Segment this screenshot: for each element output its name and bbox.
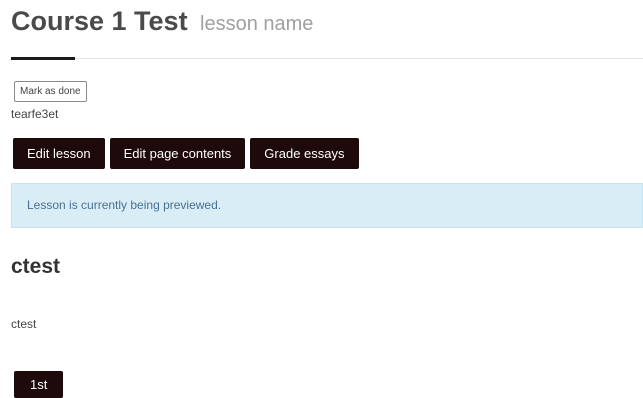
- page-header: Course 1 Test lesson name: [11, 6, 313, 37]
- completion-note: tearfe3et: [11, 107, 59, 121]
- course-title: Course 1 Test: [11, 6, 188, 36]
- lesson-actions: Edit lesson Edit page contents Grade ess…: [13, 138, 359, 169]
- page-title: ctest: [11, 255, 61, 278]
- page-jump-button[interactable]: 1st: [14, 371, 64, 398]
- grade-essays-button[interactable]: Grade essays: [250, 138, 359, 169]
- edit-lesson-button[interactable]: Edit lesson: [13, 138, 105, 169]
- header-divider: [11, 58, 643, 59]
- edit-page-contents-button[interactable]: Edit page contents: [109, 138, 246, 169]
- header-divider-accent: [11, 57, 75, 60]
- mark-as-done-button[interactable]: Mark as done: [14, 81, 87, 102]
- lesson-name: lesson name: [200, 13, 314, 35]
- preview-alert: Lesson is currently being previewed.: [11, 183, 643, 228]
- page-content: ctest: [11, 317, 37, 331]
